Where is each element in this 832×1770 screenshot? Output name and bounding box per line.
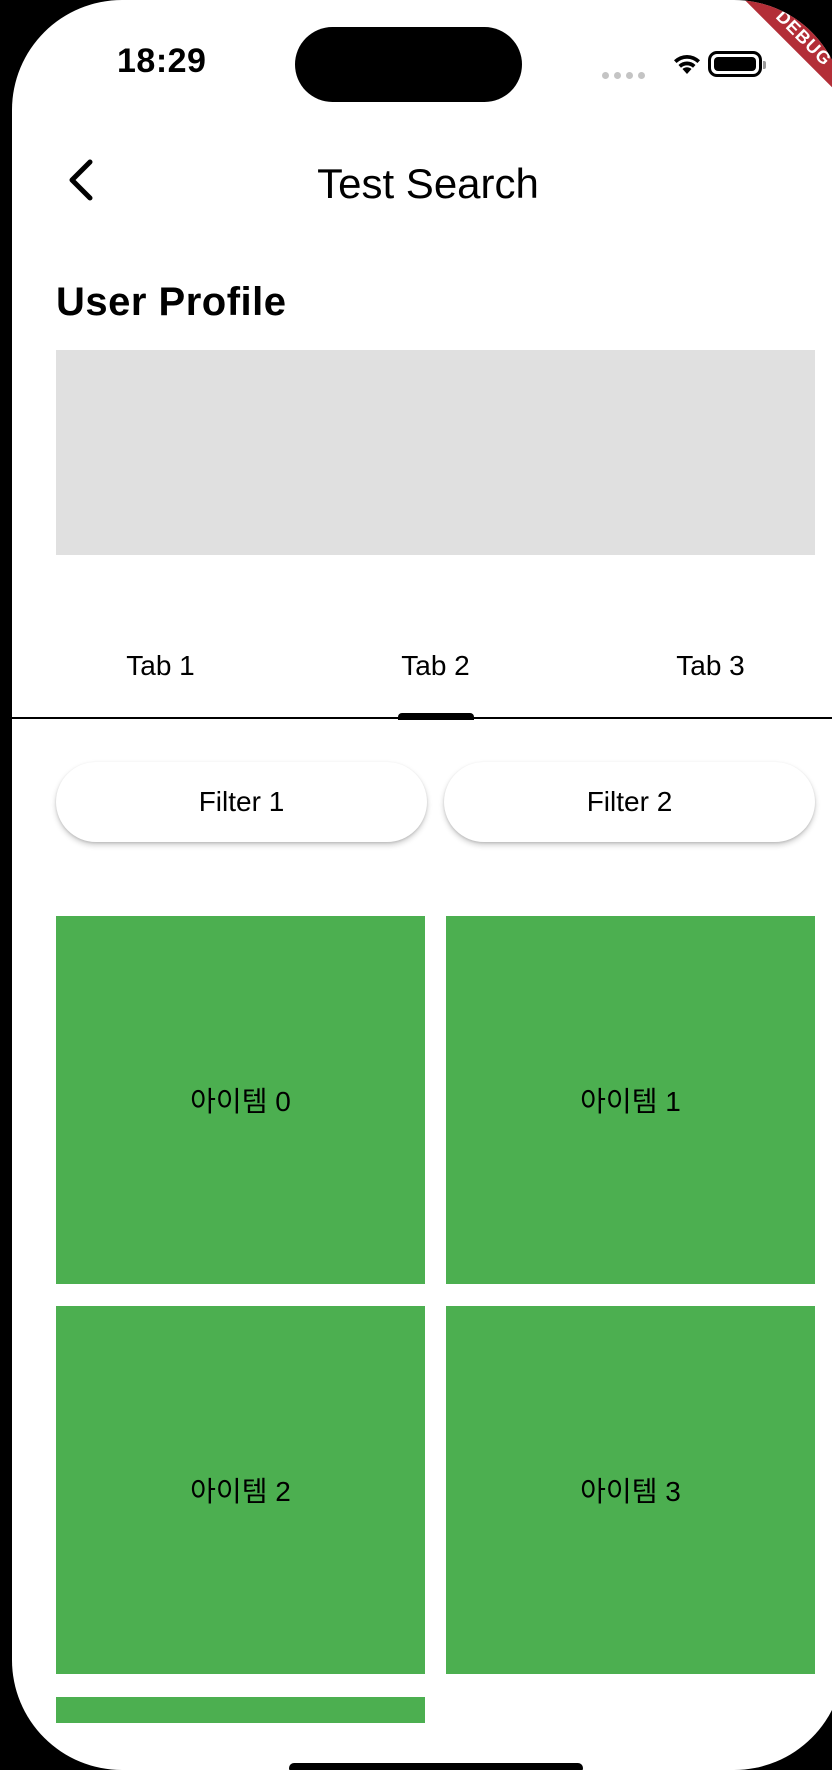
filter-2-button[interactable]: Filter 2 [444, 762, 815, 842]
grid-item-3[interactable]: 아이템 3 [446, 1306, 815, 1674]
device-frame: 18:29 DEBUG Test Search User Profile Tab… [0, 0, 832, 1770]
section-title-user-profile: User Profile [56, 280, 287, 324]
filter-1-button[interactable]: Filter 1 [56, 762, 427, 842]
home-indicator[interactable] [289, 1763, 583, 1770]
tab-2[interactable]: Tab 2 [297, 650, 574, 682]
cellular-signal-icon [602, 72, 645, 79]
wifi-icon [674, 54, 700, 74]
profile-placeholder [56, 350, 815, 555]
status-time: 18:29 [117, 42, 207, 80]
battery-icon [708, 51, 766, 77]
grid-item-1[interactable]: 아이템 1 [446, 916, 815, 1284]
tab-3[interactable]: Tab 3 [572, 650, 832, 682]
tab-divider [12, 717, 832, 719]
app-screen: 18:29 DEBUG Test Search User Profile Tab… [12, 0, 832, 1770]
grid-item-partial[interactable] [56, 1697, 425, 1723]
page-title: Test Search [317, 160, 539, 207]
grid-item-0[interactable]: 아이템 0 [56, 916, 425, 1284]
tab-bar: Tab 1 Tab 2 Tab 3 [12, 620, 832, 720]
grid-item-2[interactable]: 아이템 2 [56, 1306, 425, 1674]
tab-1[interactable]: Tab 1 [22, 650, 299, 682]
dynamic-island [295, 27, 522, 102]
